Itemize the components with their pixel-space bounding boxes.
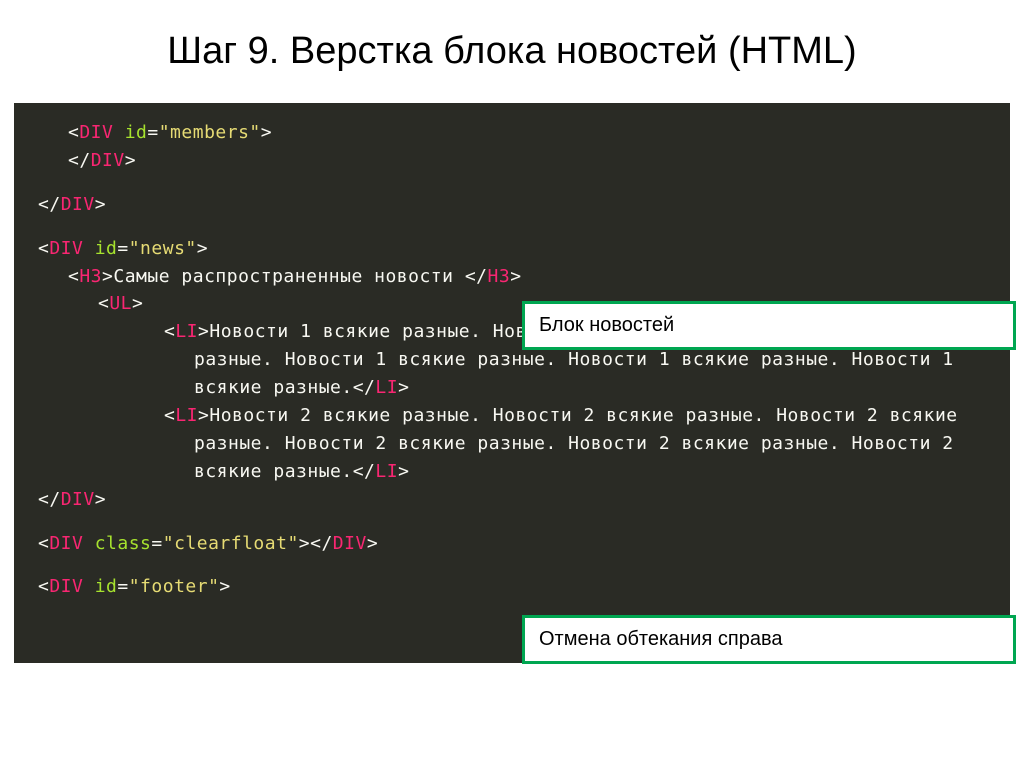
code-line: </div> <box>38 486 986 514</box>
code-line: </div> <box>38 191 986 219</box>
code-line: <div id="members"> <box>38 119 986 147</box>
code-line: </div> <box>38 147 986 175</box>
code-block: <div id="members"> </div> </div> <div id… <box>14 103 1010 663</box>
code-line: <li>Новости 2 всякие разные. Новости 2 в… <box>38 402 986 486</box>
code-line: <div class="clearfloat"></div> <box>38 530 986 558</box>
slide-title: Шаг 9. Верстка блока новостей (HTML) <box>0 0 1024 93</box>
code-line: <div id="news"> <box>38 235 986 263</box>
annotation-clearfloat: Отмена обтекания справа <box>522 615 1016 664</box>
annotation-news-block: Блок новостей <box>522 301 1016 350</box>
code-line: <h3>Самые распространенные новости </h3> <box>38 263 986 291</box>
code-line: <div id="footer"> <box>38 573 986 601</box>
